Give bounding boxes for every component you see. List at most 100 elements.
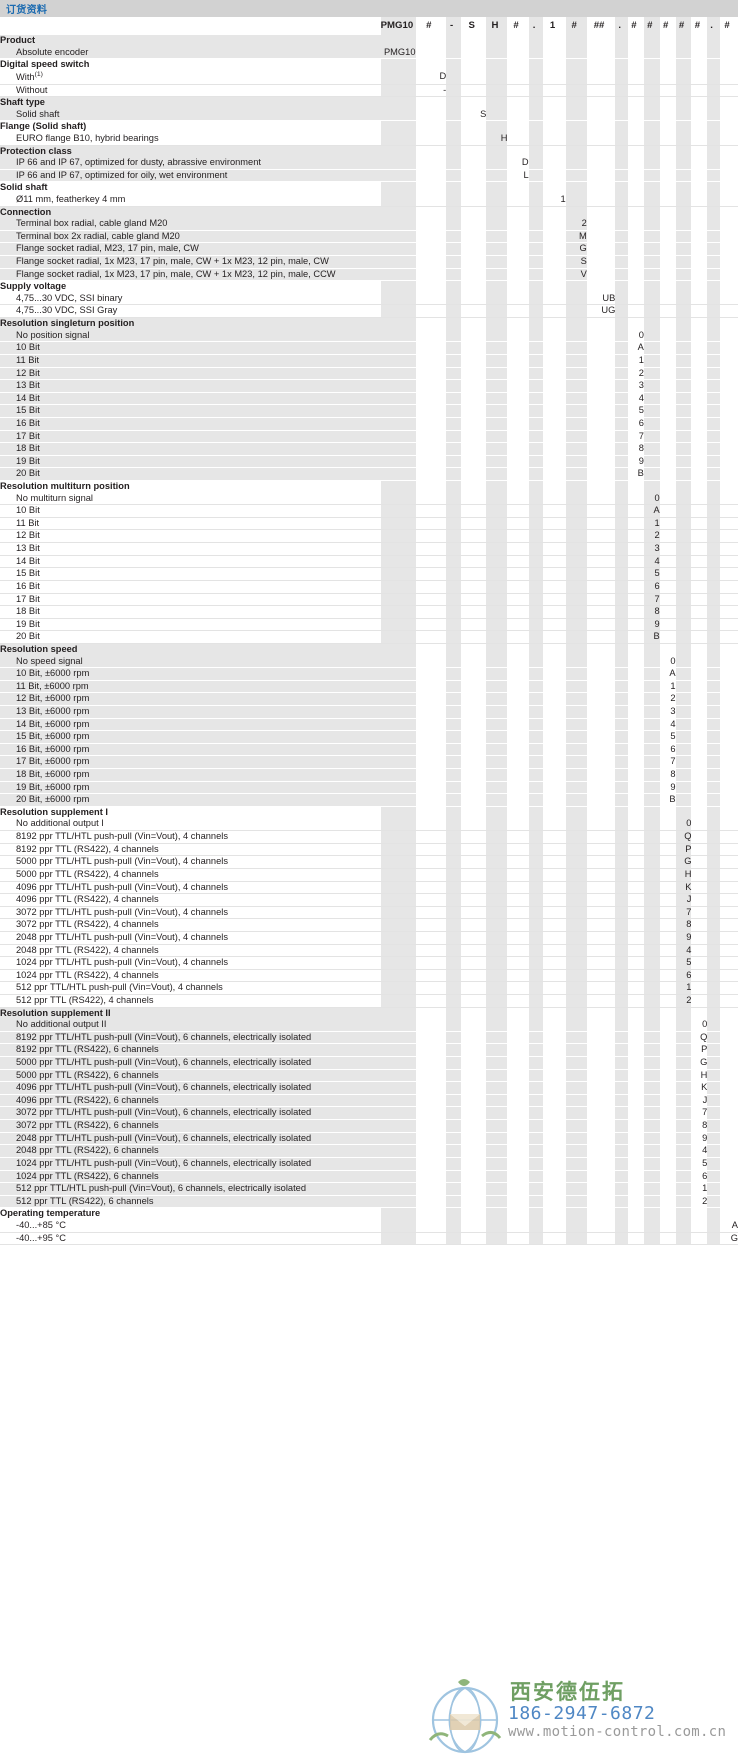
option-row[interactable]: 14 Bit 4 bbox=[0, 392, 738, 406]
option-row[interactable]: 2048 ppr TTL (RS422), 4 channels 4 bbox=[0, 944, 738, 958]
option-row[interactable]: No speed signal 0 bbox=[0, 655, 738, 669]
option-row[interactable]: IP 66 and IP 67, optimized for oily, wet… bbox=[0, 169, 738, 183]
option-row[interactable]: 2048 ppr TTL (RS422), 6 channels 4 bbox=[0, 1144, 738, 1158]
option-code: G bbox=[691, 1056, 708, 1070]
option-code: 8 bbox=[659, 768, 676, 782]
option-row[interactable]: 4096 ppr TTL/HTL push-pull (Vin=Vout), 6… bbox=[0, 1081, 738, 1095]
option-row[interactable]: 12 Bit 2 bbox=[0, 367, 738, 381]
option-row[interactable]: 5000 ppr TTL/HTL push-pull (Vin=Vout), 6… bbox=[0, 1056, 738, 1070]
option-row[interactable]: Ø11 mm, featherkey 4 mm 1 bbox=[0, 194, 738, 207]
option-row[interactable]: 10 Bit A bbox=[0, 341, 738, 355]
option-row[interactable]: 14 Bit 4 bbox=[0, 555, 738, 569]
group-heading-row: Resolution supplement II bbox=[0, 1007, 738, 1020]
option-row[interactable]: Flange socket radial, 1x M23, 17 pin, ma… bbox=[0, 268, 738, 282]
option-row[interactable]: 16 Bit 6 bbox=[0, 580, 738, 594]
option-row[interactable]: 1024 ppr TTL (RS422), 4 channels 6 bbox=[0, 969, 738, 983]
option-row[interactable]: 512 ppr TTL/HTL push-pull (Vin=Vout), 4 … bbox=[0, 981, 738, 995]
header-code-13: # bbox=[659, 17, 676, 35]
group-heading: Supply voltage bbox=[0, 280, 381, 293]
option-row[interactable]: 10 Bit A bbox=[0, 504, 738, 518]
option-label: 3072 ppr TTL (RS422), 6 channels bbox=[0, 1119, 381, 1133]
option-row[interactable]: 11 Bit 1 bbox=[0, 354, 738, 368]
option-row[interactable]: 19 Bit, ±6000 rpm 9 bbox=[0, 781, 738, 795]
option-row[interactable]: 14 Bit, ±6000 rpm 4 bbox=[0, 718, 738, 732]
option-row[interactable]: 15 Bit 5 bbox=[0, 567, 738, 581]
option-row[interactable]: 3072 ppr TTL/HTL push-pull (Vin=Vout), 4… bbox=[0, 906, 738, 920]
option-row[interactable]: Absolute encoder PMG10 bbox=[0, 46, 738, 60]
option-row[interactable]: No multiturn signal 0 bbox=[0, 492, 738, 506]
option-row[interactable]: 8192 ppr TTL (RS422), 6 channels P bbox=[0, 1043, 738, 1058]
option-code: P bbox=[691, 1043, 708, 1058]
option-row[interactable]: 19 Bit 9 bbox=[0, 618, 738, 632]
option-row[interactable]: No additional output II 0 bbox=[0, 1019, 738, 1032]
option-row[interactable]: 8192 ppr TTL (RS422), 4 channels P bbox=[0, 843, 738, 857]
option-row[interactable]: 4096 ppr TTL/HTL push-pull (Vin=Vout), 4… bbox=[0, 881, 738, 895]
option-label: 15 Bit bbox=[0, 567, 381, 581]
option-row[interactable]: 4096 ppr TTL (RS422), 6 channels J bbox=[0, 1094, 738, 1108]
option-label-text: No speed signal bbox=[16, 655, 83, 666]
option-row[interactable]: 512 ppr TTL/HTL push-pull (Vin=Vout), 6 … bbox=[0, 1182, 738, 1196]
option-row[interactable]: 512 ppr TTL (RS422), 6 channels 2 bbox=[0, 1195, 738, 1209]
option-row[interactable]: Solid shaft S bbox=[0, 108, 738, 122]
option-row[interactable]: 13 Bit 3 bbox=[0, 542, 738, 556]
option-row[interactable]: 5000 ppr TTL/HTL push-pull (Vin=Vout), 4… bbox=[0, 855, 738, 869]
option-row[interactable]: 13 Bit 3 bbox=[0, 379, 738, 393]
option-row[interactable]: Flange socket radial, M23, 17 pin, male,… bbox=[0, 242, 738, 257]
option-row[interactable]: 18 Bit 8 bbox=[0, 605, 738, 619]
option-row[interactable]: 4096 ppr TTL (RS422), 4 channels J bbox=[0, 893, 738, 907]
option-row[interactable]: 16 Bit, ±6000 rpm 6 bbox=[0, 743, 738, 757]
option-row[interactable]: 1024 ppr TTL/HTL push-pull (Vin=Vout), 4… bbox=[0, 956, 738, 970]
option-row[interactable]: Flange socket radial, 1x M23, 17 pin, ma… bbox=[0, 255, 738, 269]
option-row[interactable]: 2048 ppr TTL/HTL push-pull (Vin=Vout), 4… bbox=[0, 931, 738, 945]
option-row[interactable]: 15 Bit, ±6000 rpm 5 bbox=[0, 730, 738, 744]
option-row[interactable]: No additional output I 0 bbox=[0, 818, 738, 832]
option-label-text: 1024 ppr TTL/HTL push-pull (Vin=Vout), 6… bbox=[16, 1157, 312, 1168]
option-row[interactable]: Terminal box radial, cable gland M20 2 bbox=[0, 218, 738, 231]
option-row[interactable]: 18 Bit 8 bbox=[0, 442, 738, 456]
option-row[interactable]: 1024 ppr TTL/HTL push-pull (Vin=Vout), 6… bbox=[0, 1157, 738, 1171]
option-row[interactable]: 8192 ppr TTL/HTL push-pull (Vin=Vout), 4… bbox=[0, 830, 738, 844]
option-row[interactable]: 19 Bit 9 bbox=[0, 455, 738, 469]
option-row[interactable]: 13 Bit, ±6000 rpm 3 bbox=[0, 705, 738, 719]
option-row[interactable]: 2048 ppr TTL/HTL push-pull (Vin=Vout), 6… bbox=[0, 1132, 738, 1146]
option-row[interactable]: 17 Bit 7 bbox=[0, 430, 738, 444]
option-row[interactable]: Without - bbox=[0, 84, 738, 98]
option-row[interactable]: IP 66 and IP 67, optimized for dusty, ab… bbox=[0, 157, 738, 170]
option-row[interactable]: 5000 ppr TTL (RS422), 6 channels H bbox=[0, 1069, 738, 1083]
option-row[interactable]: No position signal 0 bbox=[0, 329, 738, 343]
option-row[interactable]: 512 ppr TTL (RS422), 4 channels 2 bbox=[0, 994, 738, 1008]
option-label-text: 512 ppr TTL (RS422), 4 channels bbox=[16, 995, 154, 1005]
option-row[interactable]: 3072 ppr TTL (RS422), 6 channels 8 bbox=[0, 1119, 738, 1133]
option-row[interactable]: 11 Bit, ±6000 rpm 1 bbox=[0, 680, 738, 694]
option-label: Flange socket radial, 1x M23, 17 pin, ma… bbox=[0, 255, 381, 269]
option-row[interactable]: 17 Bit, ±6000 rpm 7 bbox=[0, 755, 738, 770]
option-row[interactable]: 17 Bit 7 bbox=[0, 593, 738, 607]
option-code: K bbox=[691, 1081, 708, 1095]
option-row[interactable]: 12 Bit 2 bbox=[0, 529, 738, 544]
option-row[interactable]: 4,75...30 VDC, SSI binary UB bbox=[0, 292, 738, 306]
option-row[interactable]: 10 Bit, ±6000 rpm A bbox=[0, 667, 738, 681]
option-row[interactable]: 3072 ppr TTL (RS422), 4 channels 8 bbox=[0, 918, 738, 932]
option-row[interactable]: 3072 ppr TTL/HTL push-pull (Vin=Vout), 6… bbox=[0, 1106, 738, 1121]
option-row[interactable]: 1024 ppr TTL (RS422), 6 channels 6 bbox=[0, 1170, 738, 1184]
option-label-text: 13 Bit bbox=[16, 380, 40, 391]
option-row[interactable]: 16 Bit 6 bbox=[0, 417, 738, 431]
option-row[interactable]: 18 Bit, ±6000 rpm 8 bbox=[0, 768, 738, 782]
option-row[interactable]: 5000 ppr TTL (RS422), 4 channels H bbox=[0, 868, 738, 882]
option-row[interactable]: 20 Bit, ±6000 rpm B bbox=[0, 793, 738, 807]
option-label-text: 14 Bit bbox=[16, 555, 40, 566]
option-row[interactable]: 20 Bit B bbox=[0, 630, 738, 644]
option-row[interactable]: 12 Bit, ±6000 rpm 2 bbox=[0, 692, 738, 706]
option-row[interactable]: 8192 ppr TTL/HTL push-pull (Vin=Vout), 6… bbox=[0, 1031, 738, 1045]
option-label: 8192 ppr TTL (RS422), 6 channels bbox=[0, 1043, 381, 1058]
option-row[interactable]: 20 Bit B bbox=[0, 467, 738, 482]
option-label: 12 Bit, ±6000 rpm bbox=[0, 692, 381, 706]
option-row[interactable]: With(1) D bbox=[0, 70, 738, 85]
option-row[interactable]: 4,75...30 VDC, SSI Gray UG bbox=[0, 304, 738, 319]
option-row[interactable]: 11 Bit 1 bbox=[0, 517, 738, 531]
option-row[interactable]: 15 Bit 5 bbox=[0, 404, 738, 418]
option-row[interactable]: -40...+85 °C A bbox=[0, 1219, 738, 1233]
option-row[interactable]: EURO flange B10, hybrid bearings H bbox=[0, 132, 738, 146]
option-row[interactable]: Terminal box 2x radial, cable gland M20 … bbox=[0, 230, 738, 244]
option-row[interactable]: -40...+95 °C G bbox=[0, 1232, 738, 1246]
